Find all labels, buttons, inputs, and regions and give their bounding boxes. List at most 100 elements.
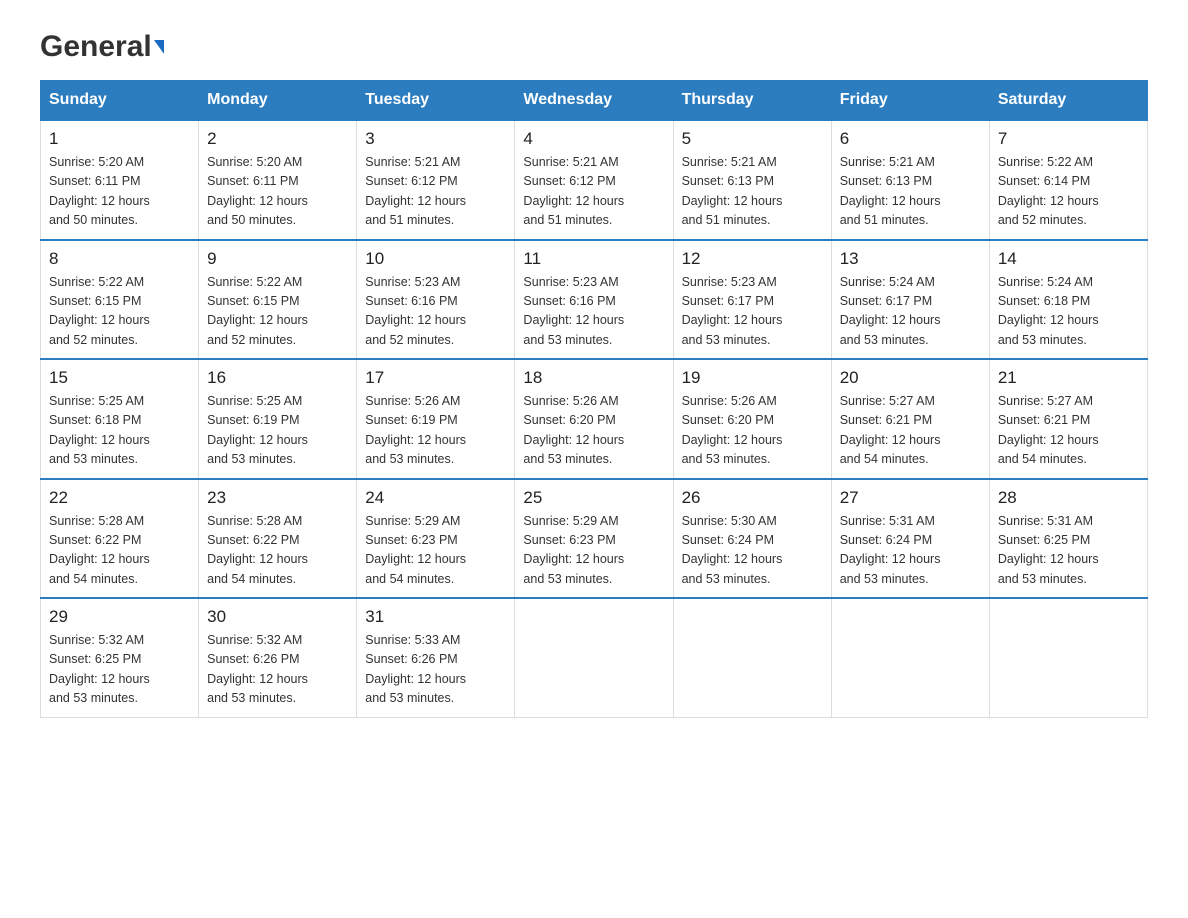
day-number: 23 [207,488,348,508]
calendar-week-row: 22 Sunrise: 5:28 AMSunset: 6:22 PMDayligh… [41,479,1148,599]
calendar-cell: 16 Sunrise: 5:25 AMSunset: 6:19 PMDayligh… [199,359,357,479]
day-number: 4 [523,129,664,149]
day-info: Sunrise: 5:27 AMSunset: 6:21 PMDaylight:… [998,392,1139,470]
day-number: 16 [207,368,348,388]
day-number: 19 [682,368,823,388]
day-info: Sunrise: 5:24 AMSunset: 6:18 PMDaylight:… [998,273,1139,351]
day-info: Sunrise: 5:21 AMSunset: 6:13 PMDaylight:… [682,153,823,231]
day-info: Sunrise: 5:25 AMSunset: 6:19 PMDaylight:… [207,392,348,470]
calendar-cell [831,598,989,717]
day-info: Sunrise: 5:20 AMSunset: 6:11 PMDaylight:… [49,153,190,231]
calendar-cell: 26 Sunrise: 5:30 AMSunset: 6:24 PMDayligh… [673,479,831,599]
day-number: 30 [207,607,348,627]
logo-general: General [40,30,152,64]
day-info: Sunrise: 5:31 AMSunset: 6:24 PMDaylight:… [840,512,981,590]
day-info: Sunrise: 5:20 AMSunset: 6:11 PMDaylight:… [207,153,348,231]
weekday-header-friday: Friday [831,81,989,121]
day-number: 31 [365,607,506,627]
calendar-cell: 3 Sunrise: 5:21 AMSunset: 6:12 PMDaylight… [357,120,515,240]
weekday-header-sunday: Sunday [41,81,199,121]
day-info: Sunrise: 5:29 AMSunset: 6:23 PMDaylight:… [365,512,506,590]
day-info: Sunrise: 5:21 AMSunset: 6:12 PMDaylight:… [523,153,664,231]
calendar-cell: 5Sunrise: 5:21 AMSunset: 6:13 PMDaylight… [673,120,831,240]
calendar-cell: 11 Sunrise: 5:23 AMSunset: 6:16 PMDayligh… [515,240,673,360]
calendar-cell: 17 Sunrise: 5:26 AMSunset: 6:19 PMDayligh… [357,359,515,479]
calendar-cell [989,598,1147,717]
day-info: Sunrise: 5:21 AMSunset: 6:12 PMDaylight:… [365,153,506,231]
day-number: 29 [49,607,190,627]
day-number: 26 [682,488,823,508]
logo: General [40,30,164,60]
day-info: Sunrise: 5:25 AMSunset: 6:18 PMDaylight:… [49,392,190,470]
day-info: Sunrise: 5:28 AMSunset: 6:22 PMDaylight:… [49,512,190,590]
weekday-header-tuesday: Tuesday [357,81,515,121]
page-header: General [40,30,1148,60]
day-number: 7 [998,129,1139,149]
day-number: 22 [49,488,190,508]
day-number: 14 [998,249,1139,269]
calendar-cell: 12 Sunrise: 5:23 AMSunset: 6:17 PMDayligh… [673,240,831,360]
calendar-cell: 7Sunrise: 5:22 AMSunset: 6:14 PMDaylight… [989,120,1147,240]
calendar-cell: 31 Sunrise: 5:33 AMSunset: 6:26 PMDayligh… [357,598,515,717]
calendar-week-row: 1 Sunrise: 5:20 AMSunset: 6:11 PMDaylight… [41,120,1148,240]
calendar-cell: 18Sunrise: 5:26 AMSunset: 6:20 PMDayligh… [515,359,673,479]
day-info: Sunrise: 5:23 AMSunset: 6:16 PMDaylight:… [523,273,664,351]
calendar-cell: 19Sunrise: 5:26 AMSunset: 6:20 PMDayligh… [673,359,831,479]
weekday-header-row: SundayMondayTuesdayWednesdayThursdayFrid… [41,81,1148,121]
day-info: Sunrise: 5:32 AMSunset: 6:26 PMDaylight:… [207,631,348,709]
calendar-cell: 10 Sunrise: 5:23 AMSunset: 6:16 PMDayligh… [357,240,515,360]
calendar-cell: 28Sunrise: 5:31 AMSunset: 6:25 PMDayligh… [989,479,1147,599]
day-number: 24 [365,488,506,508]
day-number: 25 [523,488,664,508]
calendar-cell: 22 Sunrise: 5:28 AMSunset: 6:22 PMDayligh… [41,479,199,599]
day-number: 8 [49,249,190,269]
day-number: 11 [523,249,664,269]
calendar-cell: 24 Sunrise: 5:29 AMSunset: 6:23 PMDayligh… [357,479,515,599]
day-number: 10 [365,249,506,269]
calendar-cell [515,598,673,717]
calendar-cell: 15 Sunrise: 5:25 AMSunset: 6:18 PMDayligh… [41,359,199,479]
day-info: Sunrise: 5:26 AMSunset: 6:19 PMDaylight:… [365,392,506,470]
calendar-table: SundayMondayTuesdayWednesdayThursdayFrid… [40,80,1148,718]
day-number: 2 [207,129,348,149]
calendar-week-row: 15 Sunrise: 5:25 AMSunset: 6:18 PMDayligh… [41,359,1148,479]
day-info: Sunrise: 5:28 AMSunset: 6:22 PMDaylight:… [207,512,348,590]
day-number: 1 [49,129,190,149]
day-number: 15 [49,368,190,388]
calendar-week-row: 8 Sunrise: 5:22 AMSunset: 6:15 PMDaylight… [41,240,1148,360]
day-info: Sunrise: 5:23 AMSunset: 6:16 PMDaylight:… [365,273,506,351]
day-number: 6 [840,129,981,149]
day-info: Sunrise: 5:30 AMSunset: 6:24 PMDaylight:… [682,512,823,590]
day-info: Sunrise: 5:31 AMSunset: 6:25 PMDaylight:… [998,512,1139,590]
calendar-cell: 23 Sunrise: 5:28 AMSunset: 6:22 PMDayligh… [199,479,357,599]
day-number: 13 [840,249,981,269]
day-info: Sunrise: 5:22 AMSunset: 6:15 PMDaylight:… [207,273,348,351]
weekday-header-thursday: Thursday [673,81,831,121]
calendar-cell: 4 Sunrise: 5:21 AMSunset: 6:12 PMDaylight… [515,120,673,240]
calendar-cell: 8Sunrise: 5:22 AMSunset: 6:15 PMDaylight… [41,240,199,360]
calendar-cell: 27Sunrise: 5:31 AMSunset: 6:24 PMDayligh… [831,479,989,599]
calendar-cell: 1 Sunrise: 5:20 AMSunset: 6:11 PMDaylight… [41,120,199,240]
day-info: Sunrise: 5:21 AMSunset: 6:13 PMDaylight:… [840,153,981,231]
day-info: Sunrise: 5:29 AMSunset: 6:23 PMDaylight:… [523,512,664,590]
calendar-cell: 30 Sunrise: 5:32 AMSunset: 6:26 PMDayligh… [199,598,357,717]
calendar-cell: 9 Sunrise: 5:22 AMSunset: 6:15 PMDaylight… [199,240,357,360]
day-number: 3 [365,129,506,149]
calendar-cell: 25 Sunrise: 5:29 AMSunset: 6:23 PMDayligh… [515,479,673,599]
day-info: Sunrise: 5:26 AMSunset: 6:20 PMDaylight:… [523,392,664,470]
weekday-header-monday: Monday [199,81,357,121]
day-number: 9 [207,249,348,269]
calendar-cell: 2 Sunrise: 5:20 AMSunset: 6:11 PMDaylight… [199,120,357,240]
calendar-cell: 13 Sunrise: 5:24 AMSunset: 6:17 PMDayligh… [831,240,989,360]
day-info: Sunrise: 5:23 AMSunset: 6:17 PMDaylight:… [682,273,823,351]
day-info: Sunrise: 5:32 AMSunset: 6:25 PMDaylight:… [49,631,190,709]
day-info: Sunrise: 5:24 AMSunset: 6:17 PMDaylight:… [840,273,981,351]
calendar-week-row: 29 Sunrise: 5:32 AMSunset: 6:25 PMDayligh… [41,598,1148,717]
day-info: Sunrise: 5:33 AMSunset: 6:26 PMDaylight:… [365,631,506,709]
day-number: 21 [998,368,1139,388]
logo-line1: General [40,30,164,64]
day-number: 17 [365,368,506,388]
calendar-cell: 29 Sunrise: 5:32 AMSunset: 6:25 PMDayligh… [41,598,199,717]
day-number: 12 [682,249,823,269]
weekday-header-wednesday: Wednesday [515,81,673,121]
